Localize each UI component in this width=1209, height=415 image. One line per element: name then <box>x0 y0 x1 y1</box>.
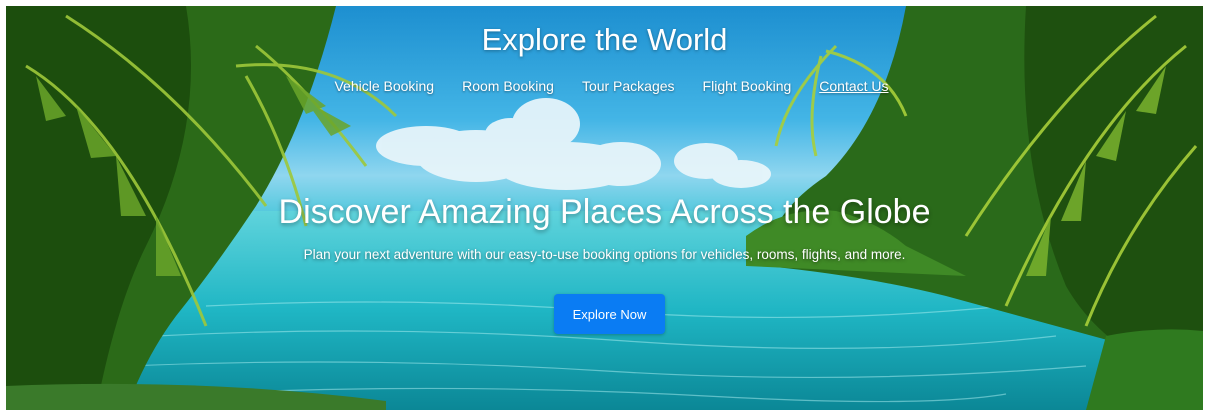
nav-flight-booking[interactable]: Flight Booking <box>703 78 792 94</box>
explore-now-button[interactable]: Explore Now <box>554 294 665 334</box>
hero-section: Explore the World Vehicle Booking Room B… <box>6 6 1203 410</box>
nav-tour-packages[interactable]: Tour Packages <box>582 78 675 94</box>
site-title: Explore the World <box>481 22 728 57</box>
hero-headline: Discover Amazing Places Across the Globe <box>278 193 931 231</box>
hero-subheadline: Plan your next adventure with our easy-t… <box>303 247 906 262</box>
main-navigation: Vehicle Booking Room Booking Tour Packag… <box>6 78 1203 94</box>
nav-vehicle-booking[interactable]: Vehicle Booking <box>334 78 434 94</box>
hero-content: Explore the World Vehicle Booking Room B… <box>6 6 1203 410</box>
nav-contact-us[interactable]: Contact Us <box>819 78 888 94</box>
nav-room-booking[interactable]: Room Booking <box>462 78 554 94</box>
